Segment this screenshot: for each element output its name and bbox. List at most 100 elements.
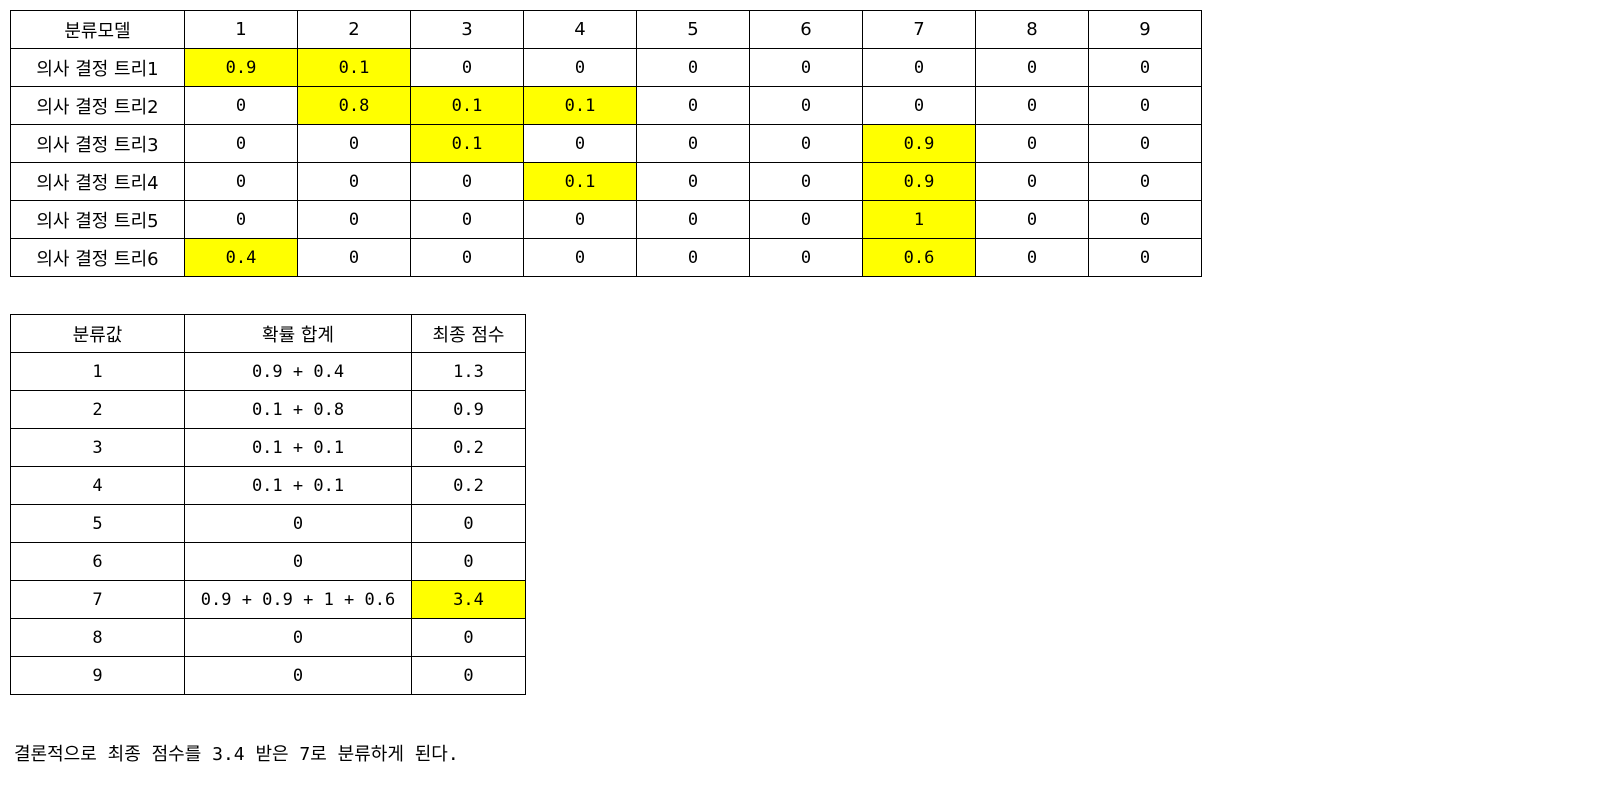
highlighted-probability-cell: 0.8 bbox=[297, 86, 411, 125]
probability-cell: 0 bbox=[636, 200, 750, 239]
table-row: 4 0.1 + 0.1 0.2 bbox=[10, 466, 526, 505]
header-model: 분류모델 bbox=[10, 10, 185, 49]
probability-cell: 0 bbox=[410, 48, 524, 87]
probability-cell: 0 bbox=[975, 200, 1089, 239]
final-score-cell: 0 bbox=[411, 504, 526, 543]
probability-cell: 0 bbox=[410, 162, 524, 201]
probability-cell: 0 bbox=[1088, 200, 1202, 239]
header-class: 1 bbox=[184, 10, 298, 49]
probability-sum-cell: 0 bbox=[184, 618, 412, 657]
probability-cell: 0 bbox=[523, 238, 637, 277]
highlighted-final-score-cell: 3.4 bbox=[411, 580, 526, 619]
class-value-cell: 3 bbox=[10, 428, 185, 467]
table-row: 2 0.1 + 0.8 0.9 bbox=[10, 390, 526, 429]
table-row: 의사 결정 트리6 0.4 0 0 0 0 0 0.6 0 0 bbox=[10, 238, 1202, 277]
highlighted-probability-cell: 0.9 bbox=[184, 48, 298, 87]
probability-cell: 0 bbox=[749, 86, 863, 125]
class-value-cell: 5 bbox=[10, 504, 185, 543]
table-row: 의사 결정 트리4 0 0 0 0.1 0 0 0.9 0 0 bbox=[10, 162, 1202, 201]
model-label: 의사 결정 트리1 bbox=[10, 48, 185, 87]
probability-cell: 0 bbox=[184, 86, 298, 125]
highlighted-probability-cell: 0.1 bbox=[523, 86, 637, 125]
probability-cell: 0 bbox=[297, 162, 411, 201]
probability-cell: 0 bbox=[1088, 124, 1202, 163]
probability-cell: 0 bbox=[975, 86, 1089, 125]
highlighted-probability-cell: 0.4 bbox=[184, 238, 298, 277]
final-score-cell: 0 bbox=[411, 542, 526, 581]
class-value-cell: 9 bbox=[10, 656, 185, 695]
table-header-row: 분류모델 1 2 3 4 5 6 7 8 9 bbox=[10, 10, 1202, 49]
highlighted-probability-cell: 0.6 bbox=[862, 238, 976, 277]
table-row: 7 0.9 + 0.9 + 1 + 0.6 3.4 bbox=[10, 580, 526, 619]
probability-cell: 0 bbox=[975, 48, 1089, 87]
final-score-cell: 0.9 bbox=[411, 390, 526, 429]
table-row: 800 bbox=[10, 618, 526, 657]
highlighted-probability-cell: 1 bbox=[862, 200, 976, 239]
header-class: 2 bbox=[297, 10, 411, 49]
probability-cell: 0 bbox=[636, 162, 750, 201]
final-score-cell: 0.2 bbox=[411, 466, 526, 505]
header-class: 7 bbox=[862, 10, 976, 49]
final-score-table: 분류값 확률 합계 최종 점수 1 0.9 + 0.4 1.3 2 0.1 + 0.8 0.9 3… bbox=[10, 314, 526, 695]
header-class: 9 bbox=[1088, 10, 1202, 49]
model-label: 의사 결정 트리6 bbox=[10, 238, 185, 277]
probability-sum-cell: 0.1 + 0.1 bbox=[184, 466, 412, 505]
header-class: 3 bbox=[410, 10, 524, 49]
probability-cell: 0 bbox=[410, 200, 524, 239]
probability-cell: 0 bbox=[297, 200, 411, 239]
table-header-row: 분류값 확률 합계 최종 점수 bbox=[10, 314, 526, 353]
probability-sum-cell: 0 bbox=[184, 656, 412, 695]
class-value-cell: 1 bbox=[10, 352, 185, 391]
table-row: 의사 결정 트리3 0 0 0.1 0 0 0 0.9 0 0 bbox=[10, 124, 1202, 163]
table-row: 의사 결정 트리2 0 0.8 0.1 0.1 0 0 0 0 0 bbox=[10, 86, 1202, 125]
header-class: 8 bbox=[975, 10, 1089, 49]
probability-cell: 0 bbox=[410, 238, 524, 277]
tree-probability-table: 분류모델 1 2 3 4 5 6 7 8 9 의사 결정 트리1 0.9 0.1 0 0 0 0 0 0 0 의사 결정… bbox=[10, 10, 1202, 277]
model-label: 의사 결정 트리2 bbox=[10, 86, 185, 125]
model-label: 의사 결정 트리3 bbox=[10, 124, 185, 163]
header-probability-sum: 확률 합계 bbox=[184, 314, 412, 353]
probability-cell: 0 bbox=[1088, 86, 1202, 125]
final-score-cell: 1.3 bbox=[411, 352, 526, 391]
probability-cell: 0 bbox=[1088, 162, 1202, 201]
conclusion-text: 결론적으로 최종 점수를 3.4 받은 7로 분류하게 된다. bbox=[14, 744, 459, 765]
model-label: 의사 결정 트리4 bbox=[10, 162, 185, 201]
probability-cell: 0 bbox=[749, 238, 863, 277]
probability-cell: 0 bbox=[636, 48, 750, 87]
header-class: 5 bbox=[636, 10, 750, 49]
probability-cell: 0 bbox=[297, 124, 411, 163]
class-value-cell: 2 bbox=[10, 390, 185, 429]
probability-cell: 0 bbox=[523, 200, 637, 239]
table-row: 900 bbox=[10, 656, 526, 695]
probability-cell: 0 bbox=[636, 86, 750, 125]
probability-sum-cell: 0.9 + 0.4 bbox=[184, 352, 412, 391]
probability-cell: 0 bbox=[184, 124, 298, 163]
probability-cell: 0 bbox=[975, 238, 1089, 277]
probability-cell: 0 bbox=[749, 162, 863, 201]
probability-cell: 0 bbox=[523, 48, 637, 87]
highlighted-probability-cell: 0.1 bbox=[410, 124, 524, 163]
header-final-score: 최종 점수 bbox=[411, 314, 526, 353]
table-row: 1 0.9 + 0.4 1.3 bbox=[10, 352, 526, 391]
probability-cell: 0 bbox=[297, 238, 411, 277]
probability-cell: 0 bbox=[184, 200, 298, 239]
table-row: 의사 결정 트리1 0.9 0.1 0 0 0 0 0 0 0 bbox=[10, 48, 1202, 87]
highlighted-probability-cell: 0.1 bbox=[297, 48, 411, 87]
probability-cell: 0 bbox=[1088, 48, 1202, 87]
final-score-cell: 0 bbox=[411, 618, 526, 657]
final-score-cell: 0 bbox=[411, 656, 526, 695]
probability-cell: 0 bbox=[636, 124, 750, 163]
probability-sum-cell: 0.1 + 0.8 bbox=[184, 390, 412, 429]
highlighted-probability-cell: 0.1 bbox=[410, 86, 524, 125]
probability-cell: 0 bbox=[862, 86, 976, 125]
probability-cell: 0 bbox=[975, 124, 1089, 163]
probability-cell: 0 bbox=[1088, 238, 1202, 277]
class-value-cell: 4 bbox=[10, 466, 185, 505]
probability-sum-cell: 0 bbox=[184, 504, 412, 543]
header-class: 6 bbox=[749, 10, 863, 49]
class-value-cell: 7 bbox=[10, 580, 185, 619]
header-class: 4 bbox=[523, 10, 637, 49]
class-value-cell: 6 bbox=[10, 542, 185, 581]
class-value-cell: 8 bbox=[10, 618, 185, 657]
table-row: 500 bbox=[10, 504, 526, 543]
